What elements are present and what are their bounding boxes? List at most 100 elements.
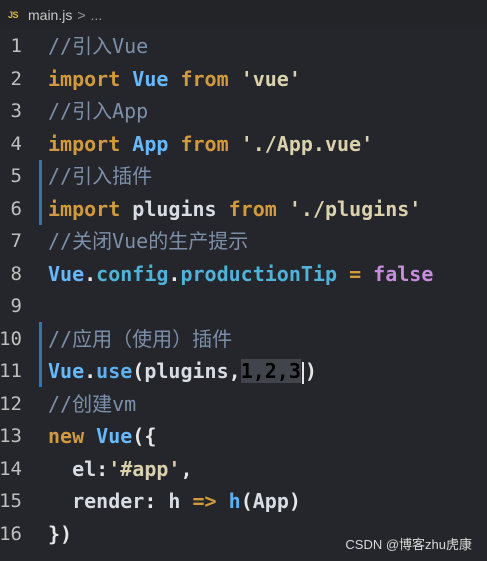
code-token: import <box>48 131 121 156</box>
code-line[interactable]: 4 import App from './App.vue' <box>0 128 487 161</box>
breadcrumb-chevron-icon: > <box>77 7 86 23</box>
code-line[interactable]: 10 //应用（使用）插件 <box>0 323 487 356</box>
code-text: //关闭Vue的生产提示 <box>48 225 248 258</box>
line-number: 15 <box>0 490 22 512</box>
code-text: import plugins from './plugins' <box>48 193 421 226</box>
watermark: CSDN @博客zhu虎康 <box>345 537 472 552</box>
code-line[interactable]: 13 new Vue({ <box>0 420 487 453</box>
code-token: false <box>373 261 434 286</box>
breadcrumb-file[interactable]: main.js <box>28 7 72 23</box>
code-token: //引入插件 <box>48 164 153 188</box>
code-text: new Vue({ <box>48 420 156 453</box>
line-number: 3 <box>10 100 22 122</box>
code-token: from <box>180 66 229 91</box>
code-token: 'vue' <box>240 66 301 91</box>
code-text: }) <box>48 518 72 551</box>
code-token: from <box>180 131 229 156</box>
code-line[interactable]: 14 el:'#app', <box>0 453 487 486</box>
code-token: , <box>180 456 193 481</box>
code-token: ( <box>240 489 253 513</box>
code-token: ) <box>304 359 317 383</box>
code-text: //创建vm <box>48 388 136 421</box>
code-line[interactable]: 9 <box>0 290 487 323</box>
code-token: App <box>252 489 289 513</box>
line-number: 16 <box>0 522 22 545</box>
code-line[interactable]: 1 //引入Vue <box>0 30 487 63</box>
code-token: Vue <box>96 424 133 448</box>
code-text: //引入Vue <box>48 30 148 63</box>
code-text: Vue.use(plugins,1,2,3) <box>48 355 317 388</box>
code-token: render <box>48 489 145 513</box>
breadcrumb: JS main.js > ... <box>0 0 487 30</box>
line-number: 8 <box>10 262 22 285</box>
code-token: use <box>96 359 133 383</box>
code-token: import <box>48 196 121 221</box>
code-line[interactable]: 2 import Vue from 'vue' <box>0 63 487 96</box>
code-token: . <box>168 261 181 286</box>
code-line[interactable]: 7 //关闭Vue的生产提示 <box>0 225 487 258</box>
code-token: //关闭Vue的生产提示 <box>48 229 249 253</box>
code-token: new <box>48 424 85 448</box>
code-token: el <box>48 456 97 481</box>
code-token: = <box>349 261 362 286</box>
code-token: //应用（使用）插件 <box>48 326 233 351</box>
code-token: './plugins' <box>288 196 422 221</box>
code-text: el:'#app', <box>48 453 193 486</box>
code-editor[interactable]: 1 //引入Vue 2 import Vue from 'vue' 3 //引入App 4 i… <box>0 30 487 561</box>
code-token: ) <box>288 489 301 513</box>
code-text: //应用（使用）插件 <box>48 323 232 356</box>
code-line[interactable]: 5 //引入插件 <box>0 160 487 193</box>
code-token: . <box>84 359 97 383</box>
line-number: 5 <box>10 165 22 187</box>
line-number: 2 <box>10 67 22 90</box>
line-number: 6 <box>10 197 22 220</box>
code-line[interactable]: 6 import plugins from './plugins' <box>0 193 487 226</box>
code-line[interactable]: 11 Vue.use(plugins,1,2,3) <box>0 355 487 388</box>
code-token: from <box>228 196 277 221</box>
code-text: //引入App <box>48 95 148 128</box>
code-token: //引入Vue <box>48 34 149 58</box>
code-token: h <box>156 489 193 513</box>
code-token: Vue <box>48 359 85 383</box>
code-token: ( <box>132 359 145 383</box>
code-token: import <box>48 66 121 91</box>
code-line[interactable]: 15 render: h => h(App) <box>0 485 487 518</box>
code-text: import App from './App.vue' <box>48 128 373 161</box>
code-line[interactable]: 3 //引入App <box>0 95 487 128</box>
code-token: Vue <box>132 66 169 91</box>
text-cursor <box>301 361 304 384</box>
code-text: import Vue from 'vue' <box>48 63 301 96</box>
code-token: h <box>228 489 241 513</box>
code-token: , <box>228 359 241 383</box>
code-token: //创建vm <box>48 391 137 416</box>
line-number: 14 <box>0 457 22 480</box>
breadcrumb-more[interactable]: ... <box>91 7 103 23</box>
code-token: }) <box>48 521 73 546</box>
code-token: App <box>132 131 169 156</box>
line-number: 11 <box>0 360 22 382</box>
code-line[interactable]: 8 Vue.config.productionTip = false <box>0 258 487 291</box>
line-number: 4 <box>10 132 22 155</box>
code-token: //引入App <box>48 99 149 123</box>
code-token: . <box>84 261 97 286</box>
code-token: 1,2,3 <box>240 359 301 383</box>
code-token: ({ <box>132 424 157 448</box>
line-number: 9 <box>10 295 22 317</box>
line-number: 13 <box>0 425 22 447</box>
code-token: plugins <box>132 196 217 221</box>
code-token: Vue <box>48 261 85 286</box>
code-token: '#app' <box>108 456 181 481</box>
line-number: 1 <box>10 35 22 57</box>
code-token: config <box>96 261 169 286</box>
code-line[interactable]: 12 //创建vm <box>0 388 487 421</box>
code-token: : <box>96 456 109 481</box>
line-number: 7 <box>10 230 22 252</box>
